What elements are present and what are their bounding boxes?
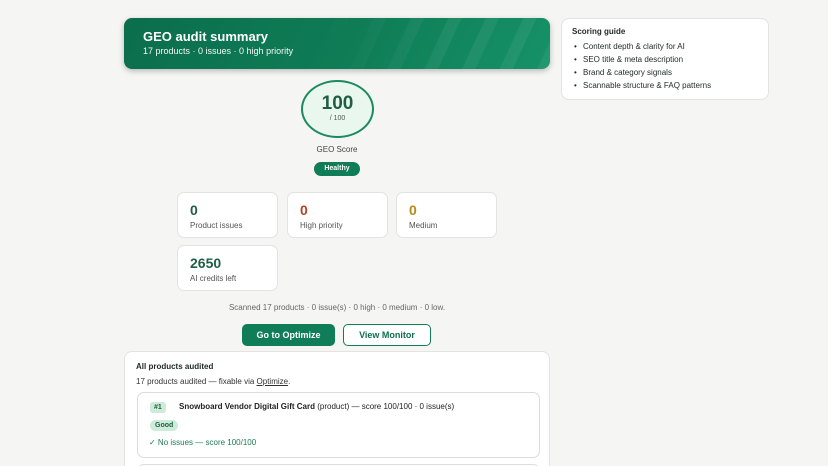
stat-value: 0 (409, 202, 417, 218)
scoring-guide-item: Brand & category signals (572, 66, 758, 79)
audit-subtitle-end: . (288, 377, 291, 386)
stat-value: 2650 (190, 255, 222, 271)
audit-summary-banner: GEO audit summary 17 products · 0 issues… (124, 18, 550, 69)
geo-score-value: 100 (321, 93, 354, 114)
scoring-guide-list: Content depth & clarity for AI SEO title… (572, 40, 758, 92)
scoring-guide-item: SEO title & meta description (572, 53, 758, 66)
scoring-guide-item: Content depth & clarity for AI (572, 40, 758, 53)
audit-subtitle-text: 17 products audited — fixable via (136, 377, 257, 386)
stat-label: AI credits left (190, 274, 237, 283)
stat-card-ai-credits: 2650 AI credits left (177, 245, 278, 291)
go-to-optimize-button[interactable]: Go to Optimize (242, 324, 335, 346)
stat-card-high-priority: 0 High priority (287, 192, 388, 238)
product-name: Snowboard Vendor Digital Gift Card (179, 402, 316, 411)
stat-label: Product issues (190, 221, 243, 230)
audit-panel-subtitle: 17 products audited — fixable via Optimi… (136, 377, 290, 386)
audited-products-panel: All products audited 17 products audited… (124, 351, 550, 466)
stat-label: High priority (300, 221, 343, 230)
rank-badge: #1 (150, 402, 166, 413)
stat-card-medium: 0 Medium (396, 192, 497, 238)
geo-score-ring: 100 / 100 (301, 80, 374, 138)
scoring-guide-item: Scannable structure & FAQ patterns (572, 79, 758, 92)
stat-value: 0 (190, 202, 198, 218)
stat-value: 0 (300, 202, 308, 218)
view-monitor-button[interactable]: View Monitor (343, 324, 431, 346)
optimize-link[interactable]: Optimize (257, 377, 289, 386)
health-status-badge: Healthy (314, 162, 360, 176)
product-audit-card[interactable]: #1 Snowboard Vendor Digital Gift Card (p… (137, 392, 540, 458)
product-summary: Snowboard Vendor Digital Gift Card (prod… (179, 402, 454, 411)
scoring-guide-title: Scoring guide (572, 27, 626, 36)
stat-card-product-issues: 0 Product issues (177, 192, 278, 238)
scoring-guide-card: Scoring guide Content depth & clarity fo… (561, 18, 769, 100)
banner-subtitle: 17 products · 0 issues · 0 high priority (143, 46, 294, 56)
product-details: (product) — score 100/100 · 0 issue(s) (315, 402, 455, 411)
quality-badge: Good (150, 420, 179, 431)
stat-label: Medium (409, 221, 438, 230)
no-issues-note: ✓ No issues — score 100/100 (149, 438, 257, 447)
geo-score-label: GEO Score (316, 145, 358, 154)
banner-title: GEO audit summary (143, 29, 268, 44)
audit-panel-title: All products audited (136, 362, 214, 371)
geo-score-max: / 100 (329, 115, 346, 122)
scan-summary: Scanned 17 products · 0 issue(s) · 0 hig… (228, 303, 446, 312)
